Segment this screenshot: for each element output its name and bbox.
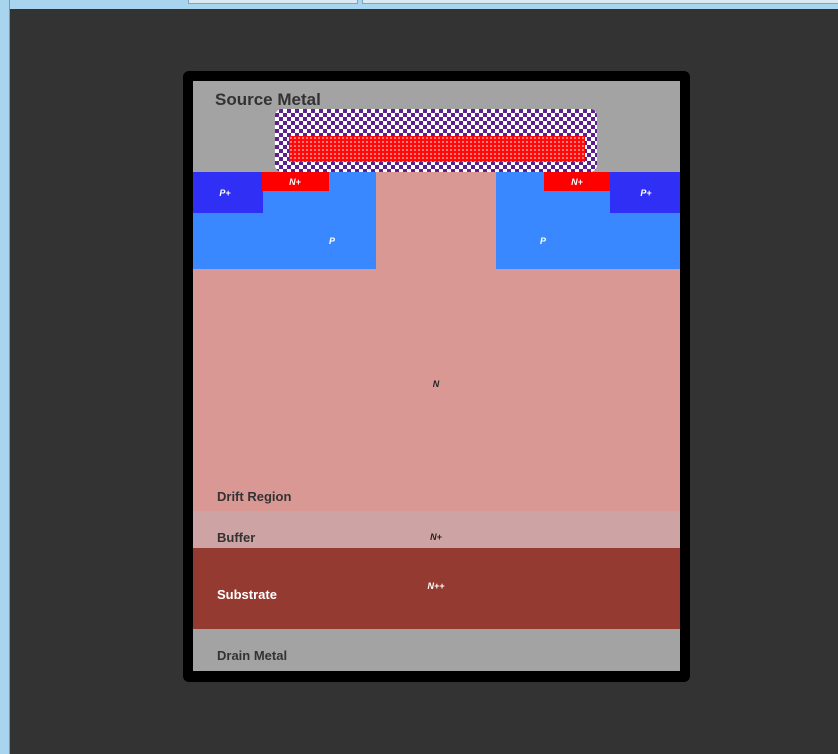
jfet-region [376,172,496,269]
p-left-label: P [328,236,336,246]
drain-metal-label: Drain Metal [217,648,288,663]
buffer-layer [193,511,680,548]
substrate-n-plus-plus-label: N++ [427,581,445,591]
tab-right[interactable] [362,0,838,4]
substrate-label: Substrate [217,587,277,602]
drift-n-label: N [432,379,440,389]
p-right-label: P [539,236,547,246]
source-metal-label: Source Metal [215,90,321,109]
buffer-label: Buffer [217,530,256,545]
buffer-n-plus-label: N+ [430,532,442,542]
drift-region-label: Drift Region [217,489,292,504]
left-panel-edge [0,0,10,754]
tab-left[interactable] [188,0,358,4]
drift-region-layer [193,269,680,511]
p-plus-right-label: P+ [640,188,652,198]
n-plus-left-label: N+ [289,177,301,187]
gate-polysilicon [289,136,585,162]
n-plus-right-label: N+ [571,177,583,187]
p-plus-left-label: P+ [219,188,231,198]
mosfet-cross-section: Source Metal Drift Region Buffer Substra… [193,81,680,671]
